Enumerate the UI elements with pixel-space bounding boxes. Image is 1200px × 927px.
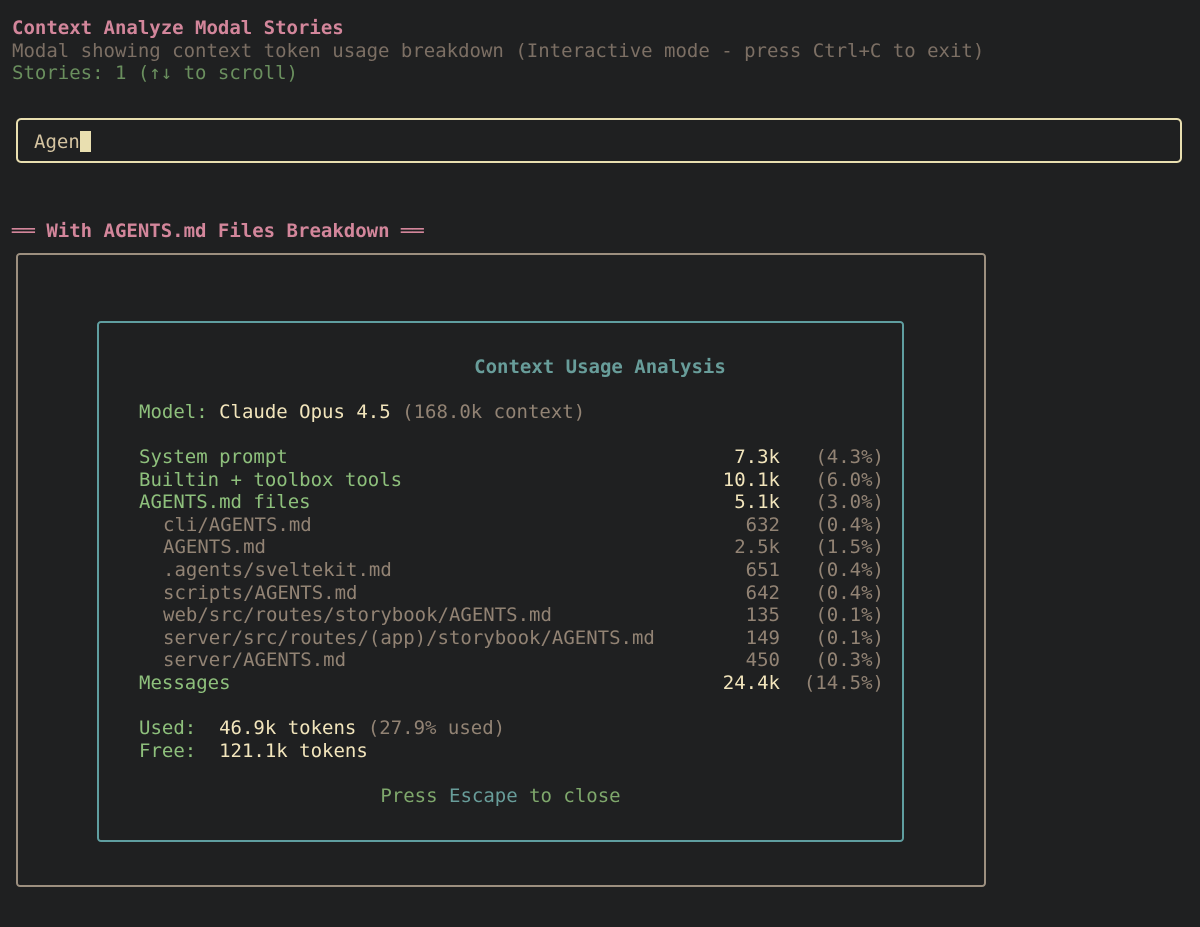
- breakdown-subrow: scripts/AGENTS.md 642 (0.4%): [139, 582, 884, 605]
- breakdown-percent: (0.4%): [815, 581, 884, 604]
- story-title: Context Analyze Modal Stories: [12, 17, 344, 39]
- breakdown-tokens: 642: [745, 581, 780, 604]
- model-line: Model: Claude Opus 4.5 (168.0k context): [139, 401, 585, 424]
- story-subtitle: Modal showing context token usage breakd…: [12, 40, 985, 62]
- breakdown-percent: (4.3%): [815, 446, 884, 468]
- breakdown-percent: (1.5%): [815, 536, 884, 559]
- used-line: Used: 46.9k tokens (27.9% used): [139, 717, 505, 740]
- breakdown-percent: (0.4%): [815, 513, 884, 536]
- breakdown-tokens: 2.5k: [734, 536, 780, 559]
- breakdown-label: Builtin + toolbox tools: [139, 468, 403, 491]
- modal-title: Context Usage Analysis: [474, 356, 726, 378]
- used-value: 46.9k tokens: [219, 717, 357, 739]
- free-value: 121.1k tokens: [219, 740, 368, 762]
- breakdown-subrow: AGENTS.md 2.5k (1.5%): [139, 536, 884, 559]
- free-label: Free:: [139, 740, 197, 762]
- breakdown-tokens: 7.3k: [734, 446, 780, 468]
- footer-press: Press: [380, 785, 438, 807]
- search-input-value: Agen: [34, 131, 80, 153]
- breakdown-percent: (0.3%): [815, 649, 884, 672]
- breakdown-tokens: 651: [745, 559, 780, 581]
- breakdown-label: Messages: [139, 672, 231, 694]
- section-left-rule: ══: [12, 220, 35, 242]
- breakdown-row: Builtin + toolbox tools 10.1k (6.0%): [139, 469, 884, 492]
- modal-footer-hint: Press Escape to close: [97, 785, 904, 808]
- breakdown-row: Messages 24.4k (14.5%): [139, 672, 884, 695]
- story-search-input[interactable]: Agen: [16, 118, 1182, 163]
- breakdown-label: scripts/AGENTS.md: [163, 581, 358, 604]
- breakdown-tokens: 632: [745, 513, 780, 536]
- breakdown-tokens: 149: [745, 626, 780, 649]
- breakdown-percent: (14.5%): [803, 672, 884, 694]
- text-cursor: [79, 131, 91, 152]
- breakdown-label: AGENTS.md: [163, 536, 266, 559]
- search-input-text[interactable]: Agen: [34, 131, 91, 154]
- breakdown-tokens: 5.1k: [734, 491, 780, 514]
- breakdown-label: server/AGENTS.md: [163, 649, 347, 672]
- breakdown-subrow: web/src/routes/storybook/AGENTS.md 135 (0.…: [139, 604, 884, 627]
- stories-count: Stories: 1 (↑↓ to scroll): [12, 62, 298, 84]
- breakdown-subrow: server/src/routes/(app)/storybook/AGENTS…: [139, 627, 884, 650]
- breakdown-label: System prompt: [139, 446, 288, 468]
- model-name: Claude Opus 4.5: [219, 401, 391, 423]
- breakdown-label: .agents/sveltekit.md: [163, 559, 392, 581]
- breakdown-tokens: 135: [745, 604, 780, 627]
- breakdown-tokens: 450: [745, 649, 780, 672]
- breakdown-label: cli/AGENTS.md: [163, 513, 312, 536]
- model-context: (168.0k context): [402, 401, 586, 423]
- breakdown-percent: (6.0%): [815, 468, 884, 491]
- breakdown-tokens: 10.1k: [722, 468, 780, 491]
- breakdown-row: System prompt 7.3k (4.3%): [139, 446, 884, 469]
- used-percent: (27.9% used): [367, 717, 506, 739]
- section-right-rule: ══: [400, 220, 424, 242]
- section-title: With AGENTS.md Files Breakdown: [46, 220, 390, 242]
- used-label: Used:: [139, 717, 197, 739]
- breakdown-label: server/src/routes/(app)/storybook/AGENTS…: [163, 626, 655, 649]
- breakdown-percent: (3.0%): [815, 491, 884, 514]
- breakdown-label: web/src/routes/storybook/AGENTS.md: [163, 604, 552, 627]
- footer-close-text: to close: [529, 785, 621, 807]
- model-label: Model:: [139, 401, 208, 423]
- breakdown-subrow: .agents/sveltekit.md 651 (0.4%): [139, 559, 884, 582]
- escape-key-hint[interactable]: Escape: [449, 785, 518, 807]
- breakdown-percent: (0.1%): [815, 626, 884, 649]
- breakdown-label: AGENTS.md files: [139, 491, 311, 514]
- breakdown-subrow: cli/AGENTS.md 632 (0.4%): [139, 514, 884, 537]
- breakdown-subrow: server/AGENTS.md 450 (0.3%): [139, 649, 884, 672]
- story-section-header: ══ With AGENTS.md Files Breakdown ══: [12, 220, 424, 243]
- free-line: Free: 121.1k tokens: [139, 740, 368, 763]
- breakdown-row: AGENTS.md files 5.1k (3.0%): [139, 491, 884, 514]
- breakdown-tokens: 24.4k: [722, 672, 780, 694]
- breakdown-percent: (0.4%): [815, 559, 884, 581]
- breakdown-percent: (0.1%): [815, 604, 884, 627]
